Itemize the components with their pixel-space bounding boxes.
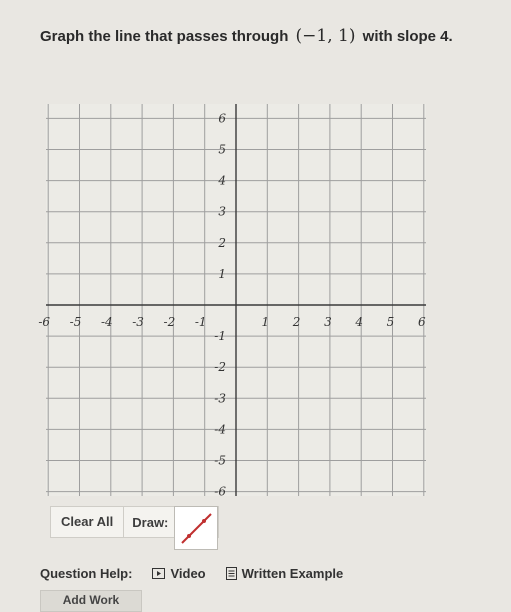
y-tick-label: 4: [217, 174, 226, 188]
document-icon: [225, 567, 237, 580]
y-tick-label: -2: [214, 360, 226, 374]
video-link[interactable]: Video: [152, 566, 206, 581]
draw-label: Draw:: [132, 514, 169, 530]
line-tool-button[interactable]: [174, 506, 219, 550]
x-tick-label: -6: [38, 315, 50, 329]
y-tick-label: 6: [218, 111, 226, 125]
y-tick-label: -4: [214, 422, 226, 436]
x-tick-label: -5: [70, 315, 82, 329]
video-link-label: Video: [170, 566, 206, 581]
line-segment-icon: [181, 513, 213, 544]
x-tick-label: 4: [354, 315, 363, 329]
x-tick-label: -3: [132, 315, 144, 329]
question-help: Question Help: Video Written Example: [40, 566, 343, 581]
y-tick-label: -6: [214, 485, 226, 499]
x-tick-label: 3: [324, 315, 332, 329]
play-icon: [152, 568, 166, 579]
coordinate-grid[interactable]: -6 -5 -4 -3 -2 -1 1 2 3 4 5 6 6 5 4 3 2 1 -1 -2 -3 -4 -5 -6: [0, 0, 511, 505]
x-tick-label: 6: [418, 315, 426, 329]
y-tick-label: -1: [214, 329, 226, 343]
written-example-label: Written Example: [241, 566, 344, 581]
x-tick-label: 2: [292, 315, 301, 329]
y-tick-label: -3: [214, 391, 226, 405]
x-tick-label: -1: [195, 315, 207, 329]
y-tick-label: 5: [218, 143, 226, 157]
written-example-link[interactable]: Written Example: [225, 566, 344, 581]
x-tick-label: 5: [387, 315, 395, 329]
add-work-button[interactable]: Add Work: [40, 590, 142, 612]
y-tick-label: -5: [214, 454, 226, 468]
y-tick-label: 1: [218, 267, 226, 281]
clear-all-button[interactable]: Clear All: [51, 507, 125, 537]
graph-toolbar: Clear All Draw:: [50, 506, 220, 550]
x-tick-label: 1: [261, 315, 269, 329]
y-tick-label: 3: [218, 205, 226, 219]
x-tick-label: -2: [164, 315, 176, 329]
y-tick-label: 2: [217, 236, 226, 250]
x-tick-label: -4: [101, 315, 113, 329]
question-help-label: Question Help:: [40, 566, 133, 581]
